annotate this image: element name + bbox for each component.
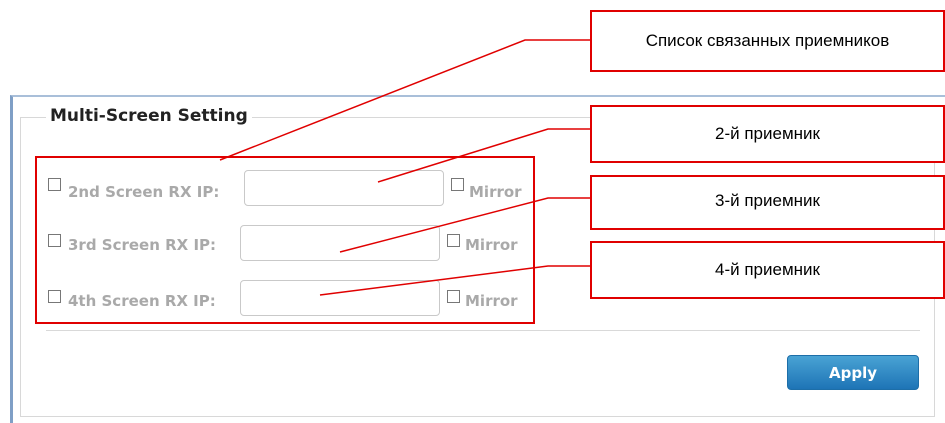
callout-receiver-3-text: 3-й приемник bbox=[715, 191, 820, 210]
callout-receiver-4-text: 4-й приемник bbox=[715, 260, 820, 279]
callout-receiver-2-text: 2-й приемник bbox=[715, 124, 820, 143]
callout-receiver-4: 4-й приемник bbox=[590, 241, 945, 299]
callout-line-rx3 bbox=[339, 197, 590, 253]
callout-receiver-3: 3-й приемник bbox=[590, 175, 945, 230]
callout-receiver-2: 2-й приемник bbox=[590, 105, 945, 163]
callout-linked-receivers-text: Список связанных приемников bbox=[645, 31, 890, 50]
callout-line-rx4 bbox=[319, 265, 590, 296]
callout-line-rx2 bbox=[377, 128, 590, 183]
callout-line-linked bbox=[219, 39, 590, 161]
callout-linked-receivers: Список связанных приемников bbox=[590, 10, 945, 72]
